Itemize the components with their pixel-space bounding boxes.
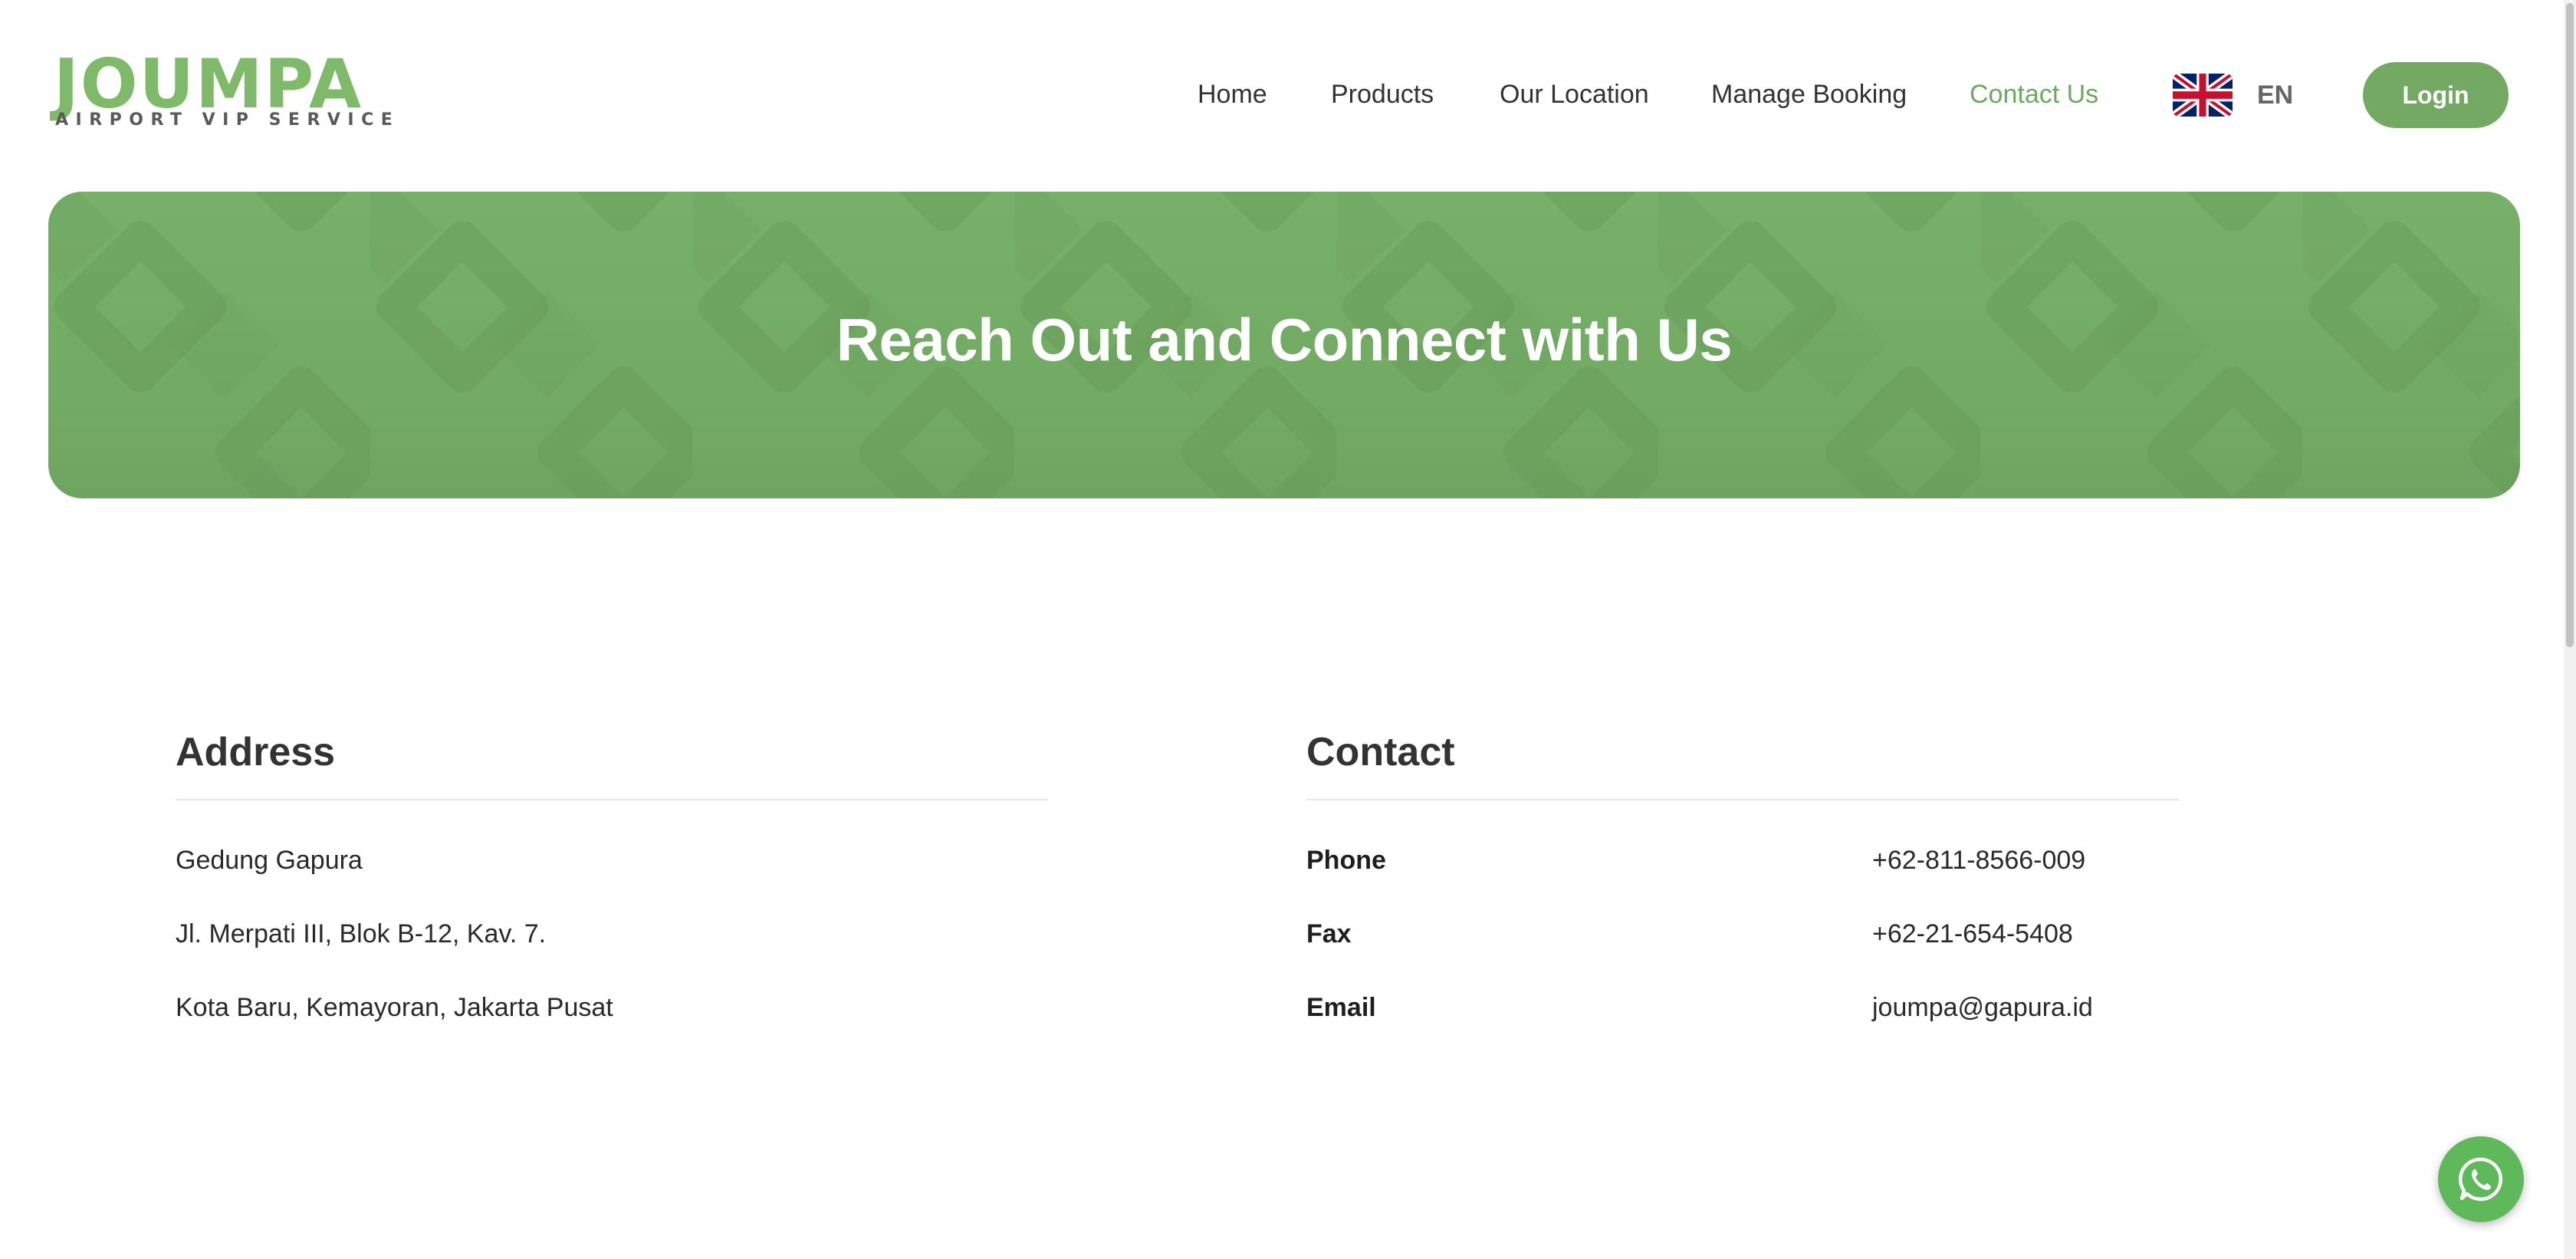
- language-code: EN: [2257, 81, 2294, 110]
- language-selector[interactable]: EN: [2173, 74, 2293, 117]
- email-label: Email: [1306, 993, 1376, 1022]
- nav-contact-us[interactable]: Contact Us: [1970, 75, 2098, 113]
- fax-value: +62-21-654-5408: [1872, 919, 2073, 948]
- contact-divider: [1306, 799, 2179, 800]
- whatsapp-button[interactable]: [2438, 1136, 2524, 1222]
- email-value[interactable]: joumpa@gapura.id: [1872, 991, 2093, 1024]
- address-section: Address Gedung Gapura Jl. Merpati III, B…: [176, 725, 1048, 1022]
- page-scrollbar[interactable]: [2564, 0, 2576, 1259]
- contact-heading: Contact: [1306, 730, 1455, 774]
- scrollbar-thumb[interactable]: [2566, 3, 2574, 647]
- phone-label: Phone: [1306, 846, 1386, 875]
- address-line: Kota Baru, Kemayoran, Jakarta Pusat: [176, 993, 613, 1022]
- address-line: Jl. Merpati III, Blok B-12, Kav. 7.: [176, 919, 547, 948]
- logo-tagline: AIRPORT VIP SERVICE: [55, 110, 400, 130]
- address-heading: Address: [176, 730, 336, 774]
- whatsapp-icon: [2458, 1157, 2502, 1201]
- nav-products[interactable]: Products: [1331, 75, 1434, 113]
- nav-home[interactable]: Home: [1198, 75, 1267, 113]
- login-button[interactable]: Login: [2363, 62, 2509, 128]
- hero-title: Reach Out and Connect with Us: [836, 306, 1733, 373]
- fax-label: Fax: [1306, 919, 1352, 948]
- address-divider: [176, 799, 1048, 800]
- hero-banner: Reach Out and Connect with Us: [48, 192, 2520, 498]
- phone-value[interactable]: +62-811-8566-009: [1872, 843, 2085, 877]
- nav-manage-booking[interactable]: Manage Booking: [1711, 75, 1907, 113]
- contact-section: Contact Phone +62-811-8566-009 Fax +62-2…: [1306, 725, 2179, 1022]
- nav-our-location[interactable]: Our Location: [1500, 75, 1649, 113]
- address-line: Gedung Gapura: [176, 846, 363, 875]
- joumpa-logo[interactable]: JOUMPA AIRPORT VIP SERVICE: [54, 51, 393, 130]
- contact-page: JOUMPA AIRPORT VIP SERVICE Home Products…: [0, 0, 2576, 1259]
- logo-wordmark: JOUMPA: [54, 44, 363, 123]
- uk-flag-icon: [2173, 74, 2233, 117]
